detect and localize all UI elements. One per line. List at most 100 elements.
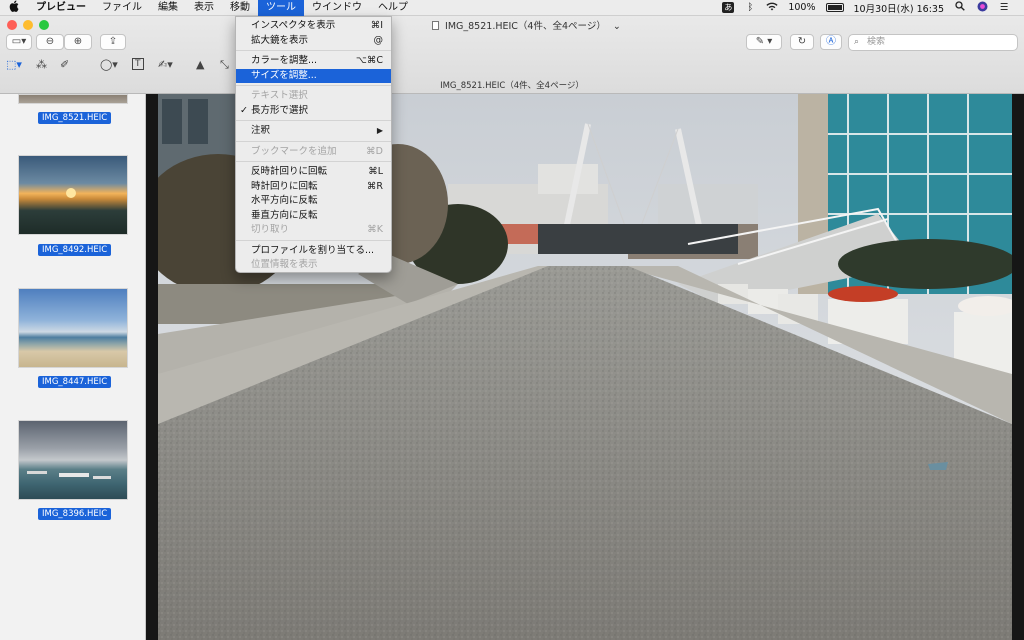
menu-item-show-location: 位置情報を表示 [236,258,391,273]
menu-item-rotate-right[interactable]: 時計回りに回転 ⌘R [236,180,391,195]
menu-view[interactable]: 表示 [186,0,222,16]
text-tool-icon[interactable]: T [132,58,144,70]
thumbnail-image[interactable] [18,420,128,500]
shortcut-label: ⌘L [368,166,383,177]
menu-item-label: サイズを調整... [251,69,317,81]
status-area: あ ᛒ 100% 10月30日(水) 16:35 ☰ [722,1,1024,15]
menu-item-show-magnifier[interactable]: 拡大鏡を表示 @ [236,34,391,49]
zoom-out-icon: ⊖ [45,36,55,47]
menu-go[interactable]: 移動 [222,0,258,16]
rectangular-selection-icon[interactable]: ⬚▾ [6,58,22,71]
rotate-button[interactable]: ↻ [790,34,814,50]
share-icon: ⇪ [108,36,118,47]
shortcut-label: ⌘D [366,145,383,157]
menu-item-flip-horizontal[interactable]: 水平方向に反転 [236,194,391,209]
menu-item-label: 反時計回りに回転 [251,166,328,177]
menu-item-text-selection: テキスト選択 [236,89,391,104]
menu-item-assign-profile[interactable]: プロファイルを割り当てる... [236,244,391,259]
window-toolbar: IMG_8521.HEIC（4件、全4ページ） ⌄ ▭▾ ⊖ ⊕ ⇪ ✎ ▾ ↻… [0,16,1024,94]
wifi-icon[interactable] [766,2,778,14]
menu-item-label: 垂直方向に反転 [251,209,318,221]
adjust-size-icon[interactable]: ⤡ [220,58,229,72]
rotate-icon: ↻ [797,36,807,47]
battery-icon[interactable] [825,3,844,12]
menu-item-show-inspector[interactable]: インスペクタを表示 ⌘I [236,19,391,34]
menu-separator [236,50,391,51]
menu-edit[interactable]: 編集 [150,0,186,16]
share-button[interactable]: ⇪ [100,34,126,50]
menu-separator [236,85,391,86]
doc-icon [432,21,439,30]
shortcut-label: ⌘R [366,180,383,192]
markup-pen-button[interactable]: ✎ ▾ [746,34,782,50]
menu-item-adjust-color[interactable]: カラーを調整... ⌥⌘C [236,54,391,69]
menu-tools[interactable]: ツール [258,0,304,16]
close-window-button[interactable] [7,20,17,30]
thumbnail-label[interactable]: IMG_8447.HEIC [38,376,112,388]
sign-icon[interactable]: ✍▾ [158,58,173,71]
window-title-text: IMG_8521.HEIC（4件、全4ページ） [445,21,606,32]
zoom-in-button[interactable]: ⊕ [64,34,92,50]
menu-separator [236,120,391,121]
submenu-arrow-icon: ▶ [376,126,383,135]
menu-item-label: インスペクタを表示 [251,20,336,31]
thumbnail-label[interactable]: IMG_8396.HEIC [38,508,112,520]
menu-item-label: カラーを調整... [251,55,318,66]
menu-item-label: 水平方向に反転 [251,195,318,206]
minimize-window-button[interactable] [23,20,33,30]
menu-separator [236,161,391,162]
menu-item-label: テキスト選択 [251,90,308,101]
checkmark-icon: ✓ [240,104,248,116]
thumbnail-image[interactable] [18,94,128,104]
thumbnail-label[interactable]: IMG_8521.HEIC [38,112,112,124]
pen-icon: ✎ ▾ [755,36,773,47]
shapes-icon[interactable]: ◯▾ [100,58,118,71]
bluetooth-icon[interactable]: ᛒ [744,2,756,13]
menu-item-adjust-size[interactable]: サイズを調整... [236,68,391,83]
menu-item-flip-vertical[interactable]: 垂直方向に反転 [236,209,391,224]
apple-menu-icon[interactable] [0,0,28,15]
menu-item-label: 位置情報を表示 [251,259,318,270]
shortcut-label: ⌘I [370,20,383,31]
chevron-down-icon[interactable]: ⌄ [613,21,621,32]
menu-item-label: 注釈 [251,125,271,136]
input-method-icon[interactable]: あ [722,2,735,13]
zoom-out-button[interactable]: ⊖ [36,34,64,50]
menu-item-label: 長方形で選択 [251,104,309,116]
search-placeholder: 検索 [867,37,886,47]
document-path-title: IMG_8521.HEIC（4件、全4ページ） [440,81,584,91]
sketch-icon[interactable]: ✐ [60,58,69,71]
menu-separator [236,239,391,241]
menu-item-rectangular-selection[interactable]: ✓ 長方形で選択 [236,104,391,119]
siri-icon[interactable] [976,1,988,15]
menu-item-crop: 切り取り ⌘K [236,223,391,238]
menu-item-label: 時計回りに回転 [251,180,318,192]
search-icon: ⌕ [854,37,860,47]
menu-item-rotate-left[interactable]: 反時計回りに回転 ⌘L [236,165,391,180]
menu-item-label: ブックマークを追加 [251,145,337,157]
instant-alpha-icon[interactable]: ⁂ [36,58,47,71]
window-title[interactable]: IMG_8521.HEIC（4件、全4ページ） ⌄ [432,18,621,32]
notification-center-icon[interactable]: ☰ [998,2,1010,13]
menu-preview[interactable]: プレビュー [28,0,94,16]
spotlight-icon[interactable] [954,1,966,14]
markup-toolbar-button[interactable]: Ⓐ [820,34,842,50]
menu-item-annotate[interactable]: 注釈 ▶ [236,124,391,139]
sidebar-view-button[interactable]: ▭▾ [6,34,32,50]
thumbnail-image[interactable] [18,288,128,368]
thumbnail-image[interactable] [18,155,128,235]
search-field[interactable]: ⌕ 検索 [848,34,1018,51]
zoom-in-icon: ⊕ [73,36,83,47]
menu-item-label: プロファイルを割り当てる... [251,244,375,256]
menu-file[interactable]: ファイル [94,0,150,16]
tools-menu-dropdown: インスペクタを表示 ⌘I 拡大鏡を表示 @ カラーを調整... ⌥⌘C サイズを… [235,16,392,273]
battery-percent: 100% [788,2,816,13]
clock[interactable]: 10月30日(水) 16:35 [854,1,945,15]
menu-item-label: 拡大鏡を表示 [251,34,309,46]
thumbnail-label[interactable]: IMG_8492.HEIC [38,244,112,256]
menu-window[interactable]: ウインドウ [304,0,370,16]
sidebar-icon: ▭▾ [11,36,27,47]
menu-help[interactable]: ヘルプ [370,0,416,16]
adjust-color-icon[interactable]: ▲ [196,58,204,71]
zoom-window-button[interactable] [39,20,49,30]
